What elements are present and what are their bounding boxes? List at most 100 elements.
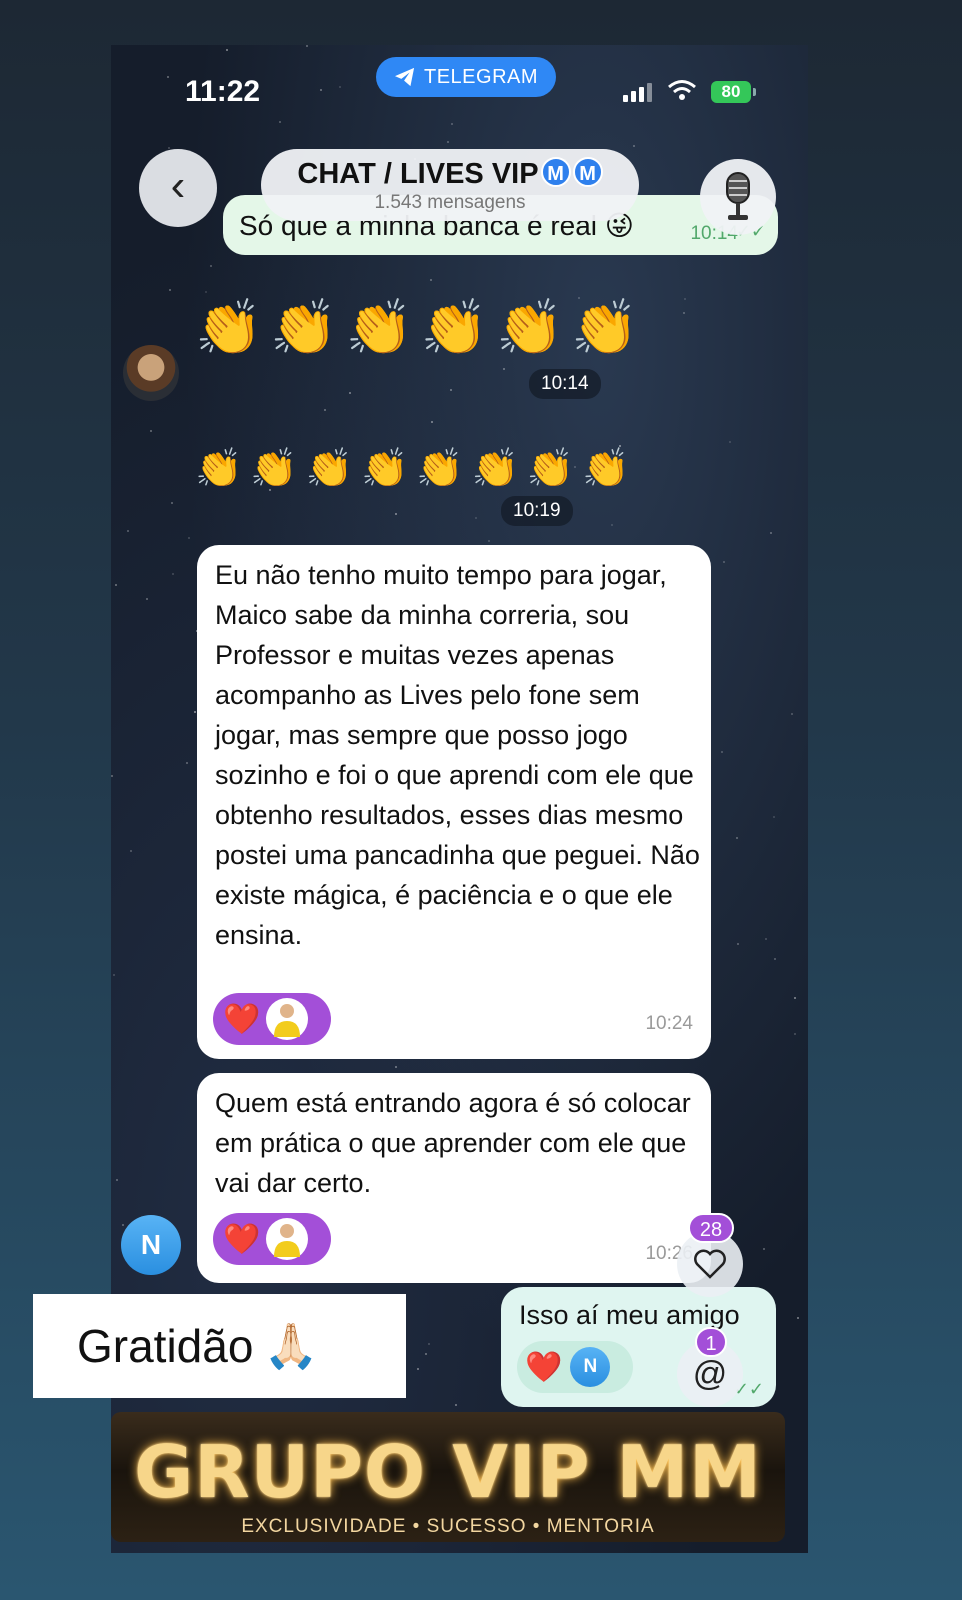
reactor-avatar-n: N [570, 1347, 611, 1387]
star [188, 537, 190, 539]
heart-emoji: ❤️ [223, 1002, 261, 1036]
reactor-avatar [266, 1218, 309, 1260]
status-bar: 11:22 TELEGRAM 80 [111, 45, 808, 137]
banner-title: GRUPO VIP MM [134, 1430, 762, 1514]
person-icon [274, 1004, 301, 1037]
message-text: Eu não tenho muito tempo para jogar, Mai… [215, 560, 700, 950]
star [794, 1033, 796, 1035]
star [791, 713, 793, 715]
battery-indicator: 80 [711, 81, 751, 103]
praying-hands-emoji: 🙏🏻 [263, 1322, 319, 1371]
star [428, 1343, 430, 1345]
star [503, 368, 505, 370]
mentions-count-badge: 1 [695, 1327, 727, 1357]
star [172, 573, 174, 575]
telegram-icon [395, 67, 415, 87]
heart-emoji: ❤️ [223, 1222, 261, 1256]
message-incoming-2[interactable]: Quem está entrando agora é só colocar em… [197, 1073, 711, 1283]
back-button[interactable]: ‹ [139, 149, 217, 227]
chat-title: CHAT / LIVES VIP M M [261, 157, 639, 191]
star [122, 1224, 124, 1226]
chat-header[interactable]: CHAT / LIVES VIP M M 1.543 mensagens [261, 149, 639, 221]
at-sign-icon: @ [692, 1354, 728, 1393]
heart-reaction[interactable]: ❤️ N [517, 1341, 633, 1393]
wifi-icon [668, 80, 696, 100]
heart-reaction[interactable]: ❤️ [213, 993, 331, 1045]
star [683, 312, 685, 314]
signal-icon [623, 83, 652, 102]
star [205, 291, 207, 293]
star [723, 561, 725, 563]
heart-reaction[interactable]: ❤️ [213, 1213, 331, 1265]
status-time: 11:22 [185, 75, 261, 108]
star [633, 145, 635, 147]
chevron-left-icon: ‹ [170, 161, 186, 210]
star [349, 392, 351, 394]
star [210, 265, 212, 267]
star [447, 141, 449, 143]
star [455, 1404, 457, 1406]
star [736, 837, 738, 839]
clapping-hands-emoji: 👏👏👏👏👏👏👏👏 [195, 448, 638, 490]
reactions-count-badge: 28 [688, 1213, 734, 1243]
message-time: 10:24 [645, 1013, 693, 1034]
chat-title-text: CHAT / LIVES VIP [297, 158, 539, 190]
star [763, 1248, 765, 1250]
star [395, 1066, 397, 1068]
star [168, 147, 170, 149]
star [116, 1179, 118, 1181]
badge-m-icon: M [572, 157, 603, 187]
star [729, 441, 731, 443]
star [171, 502, 173, 504]
star [150, 430, 152, 432]
star [324, 409, 326, 411]
banner-subtitle: EXCLUSIVIDADE • SUCESSO • MENTORIA [241, 1516, 655, 1537]
message-incoming-1[interactable]: Eu não tenho muito tempo para jogar, Mai… [197, 545, 711, 1059]
star [450, 389, 452, 391]
star [721, 751, 723, 753]
telegram-label: TELEGRAM [424, 65, 539, 88]
telegram-pill[interactable]: TELEGRAM [376, 57, 557, 97]
star [113, 974, 115, 976]
sender-avatar-n[interactable]: N [121, 1215, 181, 1275]
star [684, 298, 686, 300]
chat-avatar[interactable] [700, 159, 776, 235]
star [611, 524, 613, 526]
star [475, 517, 477, 519]
star [130, 850, 132, 852]
star [395, 513, 397, 515]
star [146, 598, 148, 600]
star [127, 530, 129, 532]
caption-text: Gratidão [77, 1320, 254, 1372]
star [797, 1317, 799, 1319]
gratitude-caption: Gratidão 🙏🏻 [33, 1294, 406, 1398]
star [765, 938, 767, 940]
star [194, 711, 196, 713]
sender-avatar[interactable] [123, 345, 179, 401]
emoji-message[interactable]: 👏👏👏👏👏👏 [195, 297, 646, 360]
star [794, 997, 796, 999]
star [417, 1368, 419, 1370]
star [425, 1353, 427, 1355]
star [111, 775, 113, 777]
star [115, 584, 117, 586]
message-text: Quem está entrando agora é só colocar em… [215, 1088, 691, 1198]
message-time: 10:14 [529, 369, 601, 399]
heart-emoji: ❤️ [525, 1350, 563, 1384]
star [488, 540, 490, 542]
badge-m-icon: M [540, 157, 571, 187]
emoji-message[interactable]: 👏👏👏👏👏👏👏👏 [195, 447, 638, 491]
star [431, 421, 433, 423]
battery-tip [753, 88, 756, 96]
star [774, 958, 776, 960]
clapping-hands-emoji: 👏👏👏👏👏👏 [195, 298, 647, 358]
star [773, 816, 775, 818]
message-count: 1.543 mensagens [374, 192, 526, 213]
star [737, 943, 739, 945]
heart-icon [694, 1249, 726, 1279]
promo-banner: GRUPO VIP MM EXCLUSIVIDADE • SUCESSO • M… [111, 1412, 785, 1542]
star [169, 289, 171, 291]
message-time: 10:19 [501, 496, 573, 526]
star [770, 532, 772, 534]
microphone-icon [726, 172, 750, 220]
